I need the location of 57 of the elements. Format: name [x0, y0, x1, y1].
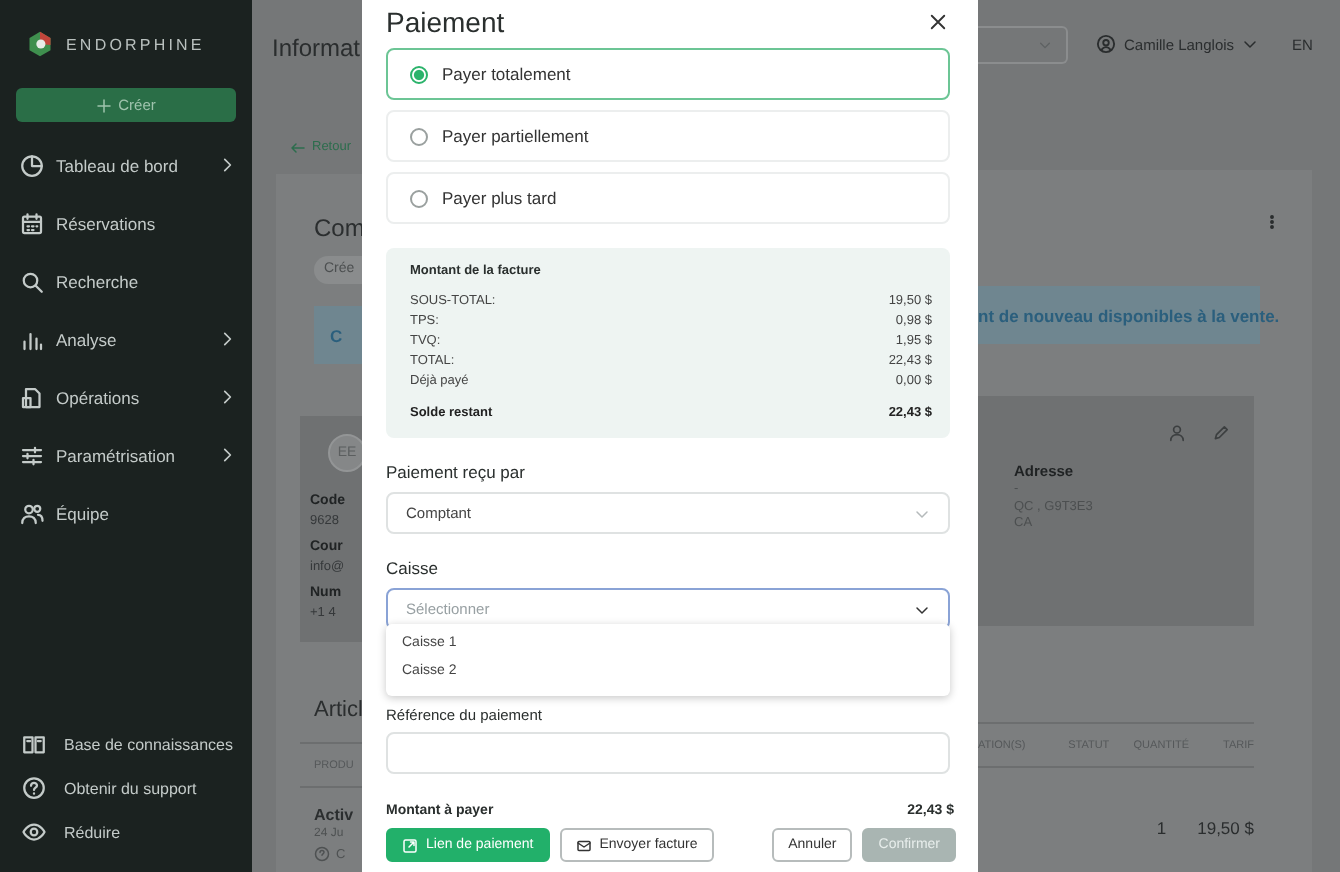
banner-text: C: [330, 325, 343, 345]
chevron-down-icon: [1242, 36, 1259, 52]
chevron-right-icon: [218, 330, 236, 348]
nav-item[interactable]: Analyse: [0, 310, 252, 368]
person-icon[interactable]: [1168, 424, 1186, 442]
nav-item[interactable]: Réservations: [0, 194, 252, 252]
bar-chart-icon: [20, 327, 44, 351]
nav-item[interactable]: Recherche: [0, 252, 252, 310]
logo-icon: [26, 30, 54, 58]
payment-option[interactable]: Payer plus tard: [386, 172, 950, 224]
search-icon: [20, 269, 44, 293]
field-label: Paiement reçu par: [386, 462, 527, 482]
chevron-right-icon: [218, 446, 236, 464]
section-title: Articl: [314, 696, 362, 724]
chevron-right-icon: [218, 156, 236, 174]
radio-button[interactable]: [410, 189, 428, 207]
nav-item[interactable]: Réduire: [0, 810, 252, 854]
calendar-icon: [20, 211, 44, 235]
eye-icon: [22, 820, 46, 844]
payment-option[interactable]: Payer partiellement: [386, 110, 950, 162]
more-icon[interactable]: [1268, 212, 1276, 232]
brand-name: ENDORPHINE: [66, 35, 205, 53]
filter-select[interactable]: [978, 25, 1068, 63]
pencil-icon[interactable]: [1212, 424, 1230, 442]
nav-item[interactable]: Équipe: [0, 484, 252, 542]
nav-item[interactable]: Opérations: [0, 368, 252, 426]
row-title: Activ: [314, 806, 356, 826]
help-icon: [22, 776, 46, 800]
user-avatar-icon: [1096, 34, 1116, 54]
book-icon: [22, 732, 46, 756]
radio-button[interactable]: [410, 65, 428, 83]
arrow-left-icon: [290, 139, 306, 155]
radio-button[interactable]: [410, 127, 428, 145]
nav-item[interactable]: Paramétrisation: [0, 426, 252, 484]
mail-icon: [575, 837, 592, 853]
reference-field[interactable]: [386, 732, 950, 774]
close-icon[interactable]: [928, 12, 948, 32]
chevron-down-icon: [914, 601, 930, 617]
nav-item[interactable]: Base de connaissances: [0, 722, 252, 766]
pie-chart-icon: [20, 153, 44, 177]
sliders-icon: [20, 443, 44, 467]
people-icon: [20, 501, 44, 525]
chevron-down-icon: [914, 505, 930, 521]
field-label: Caisse: [386, 558, 440, 578]
dialog-title: Paiement: [386, 6, 505, 38]
nav-item[interactable]: Tableau de bord: [0, 136, 252, 194]
nav-item[interactable]: Obtenir du support: [0, 766, 252, 810]
help-icon: [314, 846, 330, 862]
document-icon: [20, 385, 44, 409]
plus-icon: [96, 97, 113, 113]
page-title: Informat: [272, 32, 362, 64]
table-cell: 19,50 $: [1195, 818, 1254, 838]
banner-text: nt de nouveau disponibles à la vente.: [978, 305, 1280, 325]
table-cell-text: 1: [1154, 818, 1169, 838]
chevron-right-icon: [218, 388, 236, 406]
external-link-icon: [402, 837, 418, 853]
payment-option[interactable]: Payer totalement: [386, 48, 950, 100]
